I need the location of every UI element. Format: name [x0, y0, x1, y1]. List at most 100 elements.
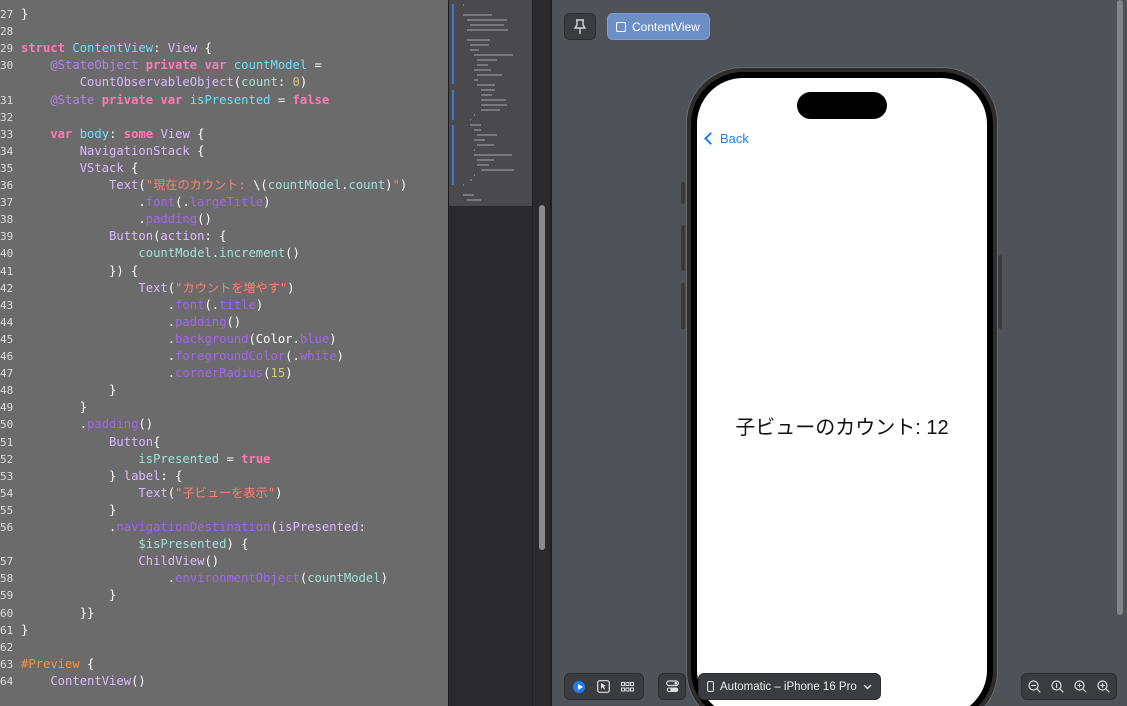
code-line[interactable]: 53 } label: {: [0, 468, 448, 485]
code-token: $isPresented: [21, 537, 227, 552]
line-number: 56: [0, 521, 14, 534]
code-line[interactable]: 48 }: [0, 382, 448, 399]
code-token: #Preview: [21, 656, 80, 671]
code-line[interactable]: 40 countModel.increment(): [0, 245, 448, 262]
zoom-in-button[interactable]: [1092, 676, 1114, 698]
minimap-line: [477, 74, 502, 76]
minimap-visible-region[interactable]: [449, 0, 533, 206]
code-line[interactable]: 62: [0, 639, 448, 656]
code-line[interactable]: 27}: [0, 6, 448, 23]
code-line[interactable]: 32: [0, 109, 448, 126]
code-line[interactable]: $isPresented) {: [0, 536, 448, 553]
code-line[interactable]: 50 .padding(): [0, 416, 448, 433]
code-line[interactable]: 45 .background(Color.blue): [0, 331, 448, 348]
code-line[interactable]: 57 ChildView(): [0, 553, 448, 570]
minimap-line: [463, 14, 492, 16]
code-line[interactable]: 52 isPresented = true: [0, 451, 448, 468]
code-line[interactable]: 46 .foregroundColor(.white): [0, 348, 448, 365]
device-selector[interactable]: Automatic – iPhone 16 Pro: [698, 673, 881, 700]
code-text: .padding(): [21, 314, 241, 331]
minimap-change-marker: [452, 90, 454, 120]
code-text: }: [21, 399, 87, 416]
editor-scroll-thumb[interactable]: [539, 205, 545, 550]
code-line[interactable]: 34 NavigationStack {: [0, 143, 448, 160]
code-line[interactable]: 44 .padding(): [0, 314, 448, 331]
minimap-line: [481, 169, 514, 171]
variants-button[interactable]: [616, 676, 638, 698]
minimap-line: [477, 59, 498, 61]
code-line[interactable]: 58 .environmentObject(countModel): [0, 570, 448, 587]
minimap-line: [477, 84, 495, 86]
code-line[interactable]: 49 }: [0, 399, 448, 416]
line-number: 44: [0, 315, 14, 329]
code-token: ): [287, 280, 295, 295]
code-line[interactable]: 39 Button(action: {: [0, 228, 448, 245]
minimap-line: [470, 44, 489, 46]
code-line[interactable]: 61}: [0, 622, 448, 639]
code-line[interactable]: 59 }: [0, 587, 448, 604]
code-token: :: [153, 41, 168, 56]
code-line[interactable]: CountObservableObject(count: 0): [0, 74, 448, 91]
code-line[interactable]: 41 }) {: [0, 263, 448, 280]
live-mode-button[interactable]: [568, 676, 590, 698]
code-line[interactable]: 30 @StateObject private var countModel =: [0, 57, 448, 74]
zoom-out-button[interactable]: [1024, 676, 1046, 698]
code-line[interactable]: 43 .font(.title): [0, 297, 448, 314]
code-line[interactable]: 33 var body: some View {: [0, 126, 448, 143]
code-token: Button: [21, 434, 154, 449]
code-line[interactable]: 28: [0, 23, 448, 40]
code-token: :: [358, 520, 366, 534]
editor-scrollbar[interactable]: [532, 0, 550, 706]
code-line[interactable]: 35 VStack {: [0, 160, 448, 177]
code-token: }}: [21, 605, 95, 620]
code-line[interactable]: 47 .cornerRadius(15): [0, 365, 448, 382]
line-number: 32: [0, 110, 14, 124]
code-line[interactable]: 31 @State private var isPresented = fals…: [0, 92, 448, 109]
code-token: (): [131, 673, 146, 688]
code-token: 15: [270, 366, 286, 381]
code-token: padding: [145, 212, 198, 227]
selectable-mode-button[interactable]: [592, 676, 614, 698]
phone-bezel: Back 子ビューのカウント: 12: [691, 72, 993, 706]
code-text: $isPresented) {: [21, 536, 248, 553]
code-line[interactable]: 63 #Preview {: [0, 656, 448, 673]
code-line[interactable]: 60 }}: [0, 605, 448, 622]
minimap-line: [481, 104, 508, 106]
code-text: Text("子ビューを表示"): [21, 485, 282, 502]
back-button[interactable]: Back: [702, 131, 749, 146]
zoom-to-100-button[interactable]: [1047, 676, 1069, 698]
code-editor[interactable]: 27} 28 29 struct ContentView: View {30 @Sta…: [0, 0, 448, 706]
zoom-to-fit-button[interactable]: [1070, 676, 1092, 698]
code-line[interactable]: 56 .navigationDestination(isPresented:: [0, 519, 448, 536]
code-token: }: [21, 383, 117, 398]
code-line[interactable]: 36 Text("現在のカウント: \(countModel.count)"): [0, 177, 448, 194]
code-token: 0: [292, 75, 300, 90]
code-token: environmentObject: [175, 571, 300, 586]
code-line[interactable]: 38 .padding(): [0, 211, 448, 228]
minimap[interactable]: [448, 0, 533, 706]
code-token: largeTitle: [189, 195, 264, 210]
code-line[interactable]: 51 Button{: [0, 434, 448, 451]
code-line[interactable]: 55 }: [0, 502, 448, 519]
code-line[interactable]: 29 struct ContentView: View {: [0, 40, 448, 57]
code-line[interactable]: 54 Text("子ビューを表示"): [0, 485, 448, 502]
line-number: 48: [0, 384, 14, 398]
canvas-scrollbar[interactable]: [1117, 0, 1123, 615]
code-line[interactable]: 37 .font(.largeTitle): [0, 194, 448, 211]
device-settings-button[interactable]: [658, 673, 686, 700]
code-line[interactable]: 64 ContentView(): [0, 673, 448, 690]
code-token: CountObservableObject: [21, 75, 234, 90]
phone-screen[interactable]: Back 子ビューのカウント: 12: [697, 78, 987, 706]
pin-preview-button[interactable]: [564, 13, 596, 40]
preview-tab-contentview[interactable]: ContentView: [607, 13, 710, 40]
code-token: countModel: [267, 178, 342, 192]
code-token: }: [21, 468, 124, 483]
code-line[interactable]: 42 Text("カウントを増やす"): [0, 280, 448, 297]
code-token: "子ビューを表示": [175, 485, 276, 500]
line-number: 59: [0, 589, 14, 603]
line-number: 33: [0, 127, 14, 141]
minimap-line: [466, 19, 508, 21]
code-token: .: [21, 366, 176, 381]
code-token: var: [21, 126, 80, 141]
code-token: : {: [160, 468, 183, 483]
